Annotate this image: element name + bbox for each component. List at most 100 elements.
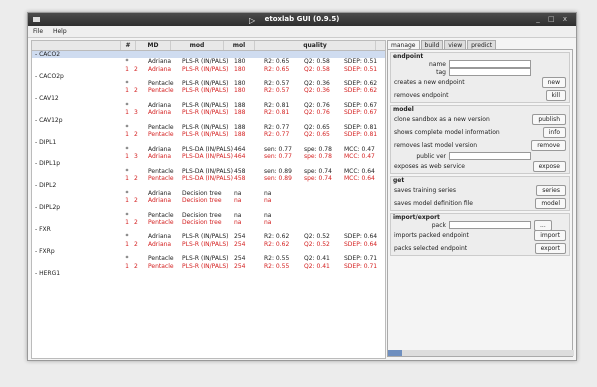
table-row[interactable]: 1 2 Pentacle Decision tree na na [32,219,385,226]
table-row[interactable]: 1 3 Adriana PLS-DA (IN/PALS) 464 sen: 0.77 spe… [32,153,385,160]
publish-button[interactable]: publish [532,114,566,125]
endpoint-label[interactable]: - CACO2p [32,73,123,80]
table-row[interactable]: - CACO2 [32,51,385,59]
table-row[interactable]: - DIPL2p [32,204,385,211]
expand-icon[interactable]: - [35,182,37,189]
quality-2: Q2: 0.58 [304,58,330,66]
table-row[interactable]: 1 2 Pentacle PLS-R (IN/PALS) 188 R2: 0.77 Q2: … [32,131,385,138]
endpoint-label[interactable]: - HERG1 [32,270,123,277]
table-row[interactable]: - HERG1 [32,270,385,277]
endpoint-label[interactable]: - CACO2 [32,51,123,58]
table-row[interactable]: * Pentacle PLS-DA (IN/PALS) 458 sen: 0.89 spe… [32,168,385,175]
import-button[interactable]: import [534,230,566,241]
table-row[interactable]: * Pentacle Decision tree na na [32,212,385,219]
info-button[interactable]: info [542,127,566,138]
model-button[interactable]: model [535,198,566,209]
table-row[interactable]: - DIPL1 [32,139,385,146]
tab-predict[interactable]: predict [467,40,497,49]
endpoint-label[interactable]: - CAV12p [32,117,123,124]
expand-icon[interactable]: - [35,160,37,167]
table-row[interactable]: 1 2 Adriana PLS-R (IN/PALS) 254 R2: 0.62 Q2: 0… [32,241,385,248]
name-input[interactable] [449,60,531,68]
table-row[interactable]: 1 2 Pentacle PLS-R (IN/PALS) 254 R2: 0.55 Q2: … [32,263,385,270]
col-header-tree[interactable] [32,41,121,50]
table-row[interactable]: * Adriana PLS-R (IN/PALS) 188 R2: 0.81 Q2: 0.… [32,102,385,109]
cell-ver [134,102,148,109]
expand-icon[interactable]: - [35,204,37,211]
table-row[interactable]: - CAV12 [32,95,385,102]
cell-quality: sen: 0.89 spe: 0.74 MCC: 0.64 [264,168,384,175]
public-ver-input[interactable] [449,152,531,160]
expand-icon[interactable]: - [35,270,37,277]
expand-icon[interactable]: - [35,95,37,102]
browse-button[interactable]: ... [534,219,552,231]
endpoint-label[interactable]: - FXRp [32,248,123,255]
horizontal-scrollbar[interactable] [388,350,574,356]
table-row[interactable]: 1 2 Adriana PLS-R (IN/PALS) 180 R2: 0.65 Q2: 0… [32,66,385,73]
expand-icon[interactable]: - [35,51,37,58]
table-row[interactable]: - DIPL1p [32,160,385,167]
scrollbar-thumb[interactable] [388,350,402,356]
cell-mod: PLS-R (IN/PALS) [182,255,229,263]
menu-file[interactable]: File [33,28,43,35]
tab-build[interactable]: build [420,40,444,49]
model-tree-table[interactable]: # MD mod mol quality - CACO2 * Adriana PLS-… [31,40,386,359]
expand-icon[interactable]: - [35,73,37,80]
col-header-mod[interactable]: mod [171,41,224,50]
window-controls[interactable]: _ □ x [536,15,570,23]
table-row[interactable]: * Pentacle PLS-R (IN/PALS) 180 R2: 0.57 Q2: 0… [32,80,385,87]
cell-num: 1 [125,218,129,226]
table-row[interactable]: 1 3 Adriana PLS-R (IN/PALS) 188 R2: 0.81 Q2: 0… [32,109,385,116]
expand-icon[interactable]: - [35,117,37,124]
cell-quality: R2: 0.55 Q2: 0.41 SDEP: 0.71 [264,255,384,262]
expand-icon[interactable]: - [35,226,37,233]
expand-icon[interactable]: - [35,248,37,255]
endpoint-label[interactable]: - DIPL2 [32,182,123,189]
table-row[interactable]: * Pentacle PLS-R (IN/PALS) 254 R2: 0.55 Q2: 0… [32,255,385,262]
table-row[interactable]: 1 2 Adriana Decision tree na na [32,197,385,204]
table-row[interactable]: 1 2 Pentacle PLS-R (IN/PALS) 180 R2: 0.57 Q2: … [32,87,385,94]
table-row[interactable]: * Pentacle PLS-R (IN/PALS) 188 R2: 0.77 Q2: 0… [32,124,385,131]
cell-num: 1 [125,262,129,270]
table-row[interactable]: * Adriana PLS-R (IN/PALS) 180 R2: 0.65 Q2: 0.… [32,58,385,65]
pack-input[interactable] [449,221,531,229]
cell-mol: na [234,196,242,204]
table-row[interactable]: * Adriana PLS-DA (IN/PALS) 464 sen: 0.77 spe:… [32,146,385,153]
cell-mol: na [234,218,242,226]
table-row[interactable]: 1 2 Pentacle PLS-DA (IN/PALS) 458 sen: 0.89 sp… [32,175,385,182]
col-header-mol[interactable]: mol [224,41,255,50]
quality-2 [304,212,344,219]
series-button[interactable]: series [536,185,566,196]
endpoint-label[interactable]: - DIPL2p [32,204,123,211]
table-row[interactable]: - CAV12p [32,117,385,124]
endpoint-label[interactable]: - DIPL1p [32,160,123,167]
table-row[interactable]: - FXR [32,226,385,233]
table-row[interactable]: - DIPL2 [32,182,385,189]
table-row[interactable]: - FXRp [32,248,385,255]
manage-panel: endpoint name tag creates a new endpoint… [387,49,574,357]
col-header-md[interactable]: MD [136,41,171,50]
tag-input[interactable] [449,68,531,76]
endpoint-label[interactable]: - CAV12 [32,95,123,102]
table-row[interactable]: * Adriana PLS-R (IN/PALS) 254 R2: 0.62 Q2: 0.… [32,233,385,240]
remove-button[interactable]: remove [531,140,566,151]
cell-md: Adriana [148,233,172,241]
kill-button[interactable]: kill [545,90,566,101]
expand-icon[interactable]: - [35,139,37,146]
tab-manage[interactable]: manage [387,40,420,49]
expose-button[interactable]: expose [532,161,566,172]
new-button[interactable]: new [541,77,566,88]
col-header-num[interactable]: # [121,41,136,50]
cell-mod: PLS-R (IN/PALS) [182,233,229,241]
endpoint-label[interactable]: - DIPL1 [32,139,123,146]
table-row[interactable]: - CACO2p [32,73,385,80]
menu-help[interactable]: Help [53,28,67,35]
export-button[interactable]: export [534,243,566,254]
table-row[interactable]: * Adriana Decision tree na na [32,190,385,197]
col-header-quality[interactable]: quality [255,41,376,50]
quality-1: sen: 0.89 [264,167,292,175]
tab-view[interactable]: view [444,40,467,49]
endpoint-label[interactable]: - FXR [32,226,123,233]
